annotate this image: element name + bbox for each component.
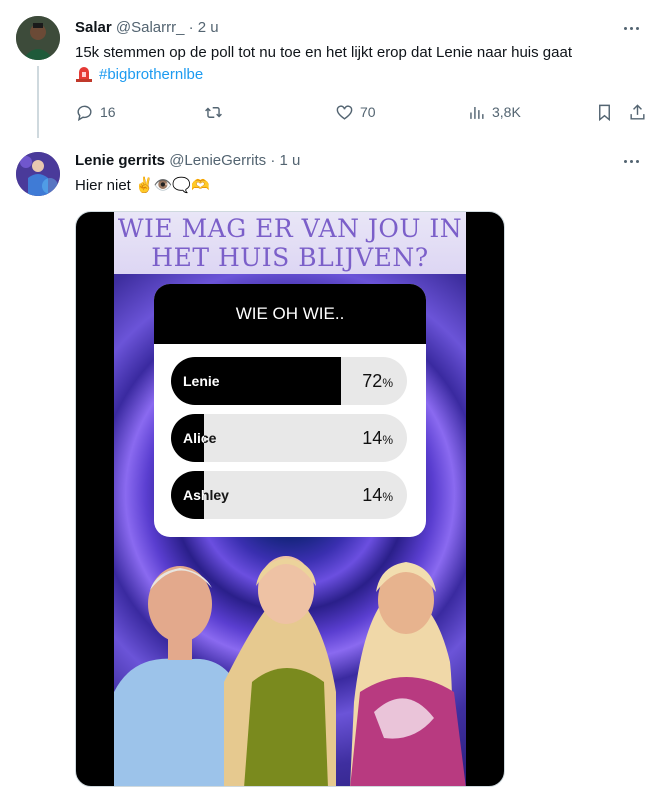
poll-option-label: Alice (183, 430, 217, 446)
retweet-icon (205, 106, 222, 118)
avatar[interactable] (16, 16, 60, 60)
police-light-icon (76, 67, 92, 82)
poll-option-label: Lenie (183, 373, 220, 389)
tweet-body: 15k stemmen op de poll tot nu toe en het… (75, 44, 572, 61)
reply-count: 16 (100, 104, 116, 120)
poll-option-percent: 14% (362, 485, 393, 505)
story-title-line1: WIE MAG ER VAN JOU IN (117, 214, 463, 243)
poll-option-percent: 14% (362, 428, 393, 448)
display-name[interactable]: Salar (75, 19, 112, 36)
retweet-button[interactable] (204, 100, 229, 124)
bookmark-icon (599, 104, 610, 121)
share-icon (630, 103, 645, 120)
reply-button[interactable]: 16 (75, 100, 116, 124)
reply-icon (77, 105, 92, 121)
like-count: 70 (360, 104, 376, 120)
avatar[interactable] (16, 152, 60, 196)
poll-option: Ashley 14% (171, 471, 407, 519)
poll-option: Lenie 72% (171, 357, 407, 405)
story-title-line2: HET HUIS BLIJVEN? (151, 243, 429, 272)
timestamp[interactable]: 1 u (279, 152, 300, 169)
separator-dot: · (270, 152, 276, 169)
poll-option: Alice 14% (171, 414, 407, 462)
view-count: 3,8K (492, 104, 521, 120)
poll-option-percent: 72% (362, 371, 393, 391)
more-options-icon[interactable] (621, 151, 641, 171)
poll-title: WIE OH WIE.. (154, 284, 426, 344)
user-handle[interactable]: @LenieGerrits (169, 152, 266, 169)
heart-icon (336, 104, 353, 120)
poll-option-label: Ashley (183, 487, 229, 503)
tweet-text: Hier niet ✌️👁️🗨️🫶 (75, 177, 210, 194)
user-handle[interactable]: @Salarrr_ (116, 19, 185, 36)
views-button[interactable]: 3,8K (467, 100, 521, 124)
bookmark-button[interactable] (595, 100, 614, 124)
timestamp[interactable]: 2 u (198, 19, 219, 36)
poll-card: WIE OH WIE.. Lenie 72% Alice 14% Ashley … (154, 284, 426, 537)
tweet-media-image[interactable]: WIE MAG ER VAN JOU IN HET HUIS BLIJVEN? … (75, 211, 505, 787)
display-name[interactable]: Lenie gerrits (75, 152, 165, 169)
tweet-salar[interactable]: Salar @Salarrr_ · 2 u 15k stemmen op de … (0, 0, 661, 140)
share-button[interactable] (628, 100, 647, 124)
hashtag-link[interactable]: #bigbrothernlbe (99, 66, 203, 83)
poll-story-image: WIE MAG ER VAN JOU IN HET HUIS BLIJVEN? … (114, 212, 466, 786)
tweet-header: Lenie gerrits @LenieGerrits · 1 u (75, 151, 300, 171)
contestants-photo (114, 542, 466, 786)
like-button[interactable]: 70 (335, 100, 376, 124)
tweet-header: Salar @Salarrr_ · 2 u (75, 18, 219, 38)
bar-chart-icon (470, 106, 484, 119)
tweet-lenie[interactable]: Lenie gerrits @LenieGerrits · 1 u Hier n… (0, 140, 661, 794)
tweet-actions: 16 70 3,8K (75, 100, 651, 124)
woman-top (244, 668, 328, 786)
separator-dot: · (188, 19, 194, 36)
story-title: WIE MAG ER VAN JOU IN HET HUIS BLIJVEN? (114, 212, 466, 274)
more-options-icon[interactable] (621, 18, 641, 38)
tweet-text: 15k stemmen op de poll tot nu toe en het… (75, 42, 650, 86)
